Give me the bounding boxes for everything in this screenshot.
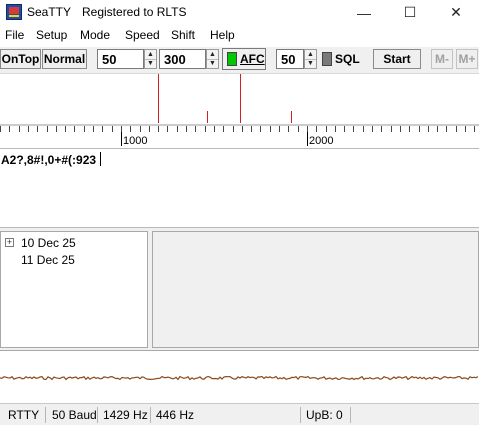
memory-plus-button[interactable]: M+	[456, 49, 478, 69]
minimize-button[interactable]: —	[341, 0, 387, 25]
text-cursor	[100, 152, 102, 166]
status-bar: RTTY 50 Baud 1429 Hz 446 Hz UpB: 0	[0, 403, 479, 425]
status-mode: RTTY	[8, 408, 40, 422]
maximize-icon: ☐	[403, 4, 417, 20]
status-upb: UpB: 0	[306, 408, 343, 422]
signal-trace	[0, 375, 479, 381]
start-button[interactable]: Start	[373, 49, 421, 69]
close-button[interactable]: ✕	[433, 0, 479, 25]
receive-text-area[interactable]: A2?,8#!,0+#(:923	[0, 148, 479, 228]
menu-shift[interactable]: Shift	[170, 28, 196, 42]
space-marker	[240, 74, 241, 123]
mark-marker	[158, 74, 159, 123]
spectrum-peak	[207, 111, 208, 123]
menu-file[interactable]: File	[4, 28, 25, 42]
status-divider	[350, 407, 351, 423]
menu-speed[interactable]: Speed	[124, 28, 161, 42]
status-shift: 446 Hz	[156, 408, 195, 422]
squelch-spinner[interactable]: ▲ ▼	[304, 49, 317, 69]
afc-indicator-icon	[227, 52, 237, 66]
status-mark-frequency: 1429 Hz	[103, 408, 148, 422]
spin-down-icon[interactable]: ▼	[207, 59, 218, 68]
status-divider	[150, 407, 151, 423]
app-title: SeaTTY	[27, 5, 72, 19]
ruler-ticks: 1000 2000	[0, 124, 479, 147]
sql-indicator-icon	[322, 52, 332, 66]
log-content-pane[interactable]	[152, 231, 479, 348]
baud-field[interactable]: 50	[97, 49, 144, 69]
close-icon: ✕	[450, 4, 462, 20]
tree-item[interactable]: 10 Dec 25	[21, 236, 76, 250]
expand-icon[interactable]: +	[5, 238, 14, 247]
ruler-label-2000: 2000	[309, 135, 333, 147]
minimize-icon: —	[357, 4, 371, 21]
tree-item[interactable]: 11 Dec 25	[21, 253, 75, 267]
memory-minus-button[interactable]: M-	[431, 49, 453, 69]
received-text: A2?,8#!,0+#(:923	[1, 153, 97, 167]
sql-label: SQL	[335, 52, 360, 66]
app-icon[interactable]	[6, 4, 22, 20]
spectrum-display[interactable]	[0, 74, 479, 124]
waterfall-display[interactable]	[0, 350, 479, 403]
menu-mode[interactable]: Mode	[79, 28, 111, 42]
status-divider	[45, 407, 46, 423]
menu-bar: File Setup Mode Speed Shift Help	[0, 25, 479, 47]
maximize-button[interactable]: ☐	[387, 0, 433, 25]
title-bar: SeaTTY Registered to RLTS — ☐ ✕	[0, 0, 479, 25]
spin-down-icon[interactable]: ▼	[145, 59, 156, 68]
spectrum-peak	[291, 111, 292, 123]
baud-spinner[interactable]: ▲ ▼	[144, 49, 157, 69]
menu-setup[interactable]: Setup	[35, 28, 68, 42]
toolbar: OnTop Normal 50 ▲ ▼ 300 ▲ ▼ AFC 50 ▲ ▼ S…	[0, 47, 479, 74]
ruler-label-1000: 1000	[123, 135, 147, 147]
normal-button[interactable]: Normal	[42, 49, 87, 69]
menu-help[interactable]: Help	[209, 28, 236, 42]
ontop-button[interactable]: OnTop	[0, 49, 41, 69]
spin-down-icon[interactable]: ▼	[305, 59, 316, 68]
shift-spinner[interactable]: ▲ ▼	[206, 49, 219, 69]
afc-label: AFC	[240, 52, 265, 66]
squelch-level-field[interactable]: 50	[276, 49, 304, 69]
afc-toggle[interactable]: AFC	[222, 48, 266, 70]
registration-text: Registered to RLTS	[82, 5, 187, 19]
status-baud: 50 Baud	[52, 408, 97, 422]
log-tree[interactable]: + 10 Dec 25 11 Dec 25	[0, 231, 148, 348]
frequency-ruler[interactable]: 1000 2000	[0, 124, 479, 148]
shift-field[interactable]: 300	[159, 49, 206, 69]
status-divider	[97, 407, 98, 423]
status-divider	[300, 407, 301, 423]
sql-toggle[interactable]: SQL	[319, 48, 362, 70]
